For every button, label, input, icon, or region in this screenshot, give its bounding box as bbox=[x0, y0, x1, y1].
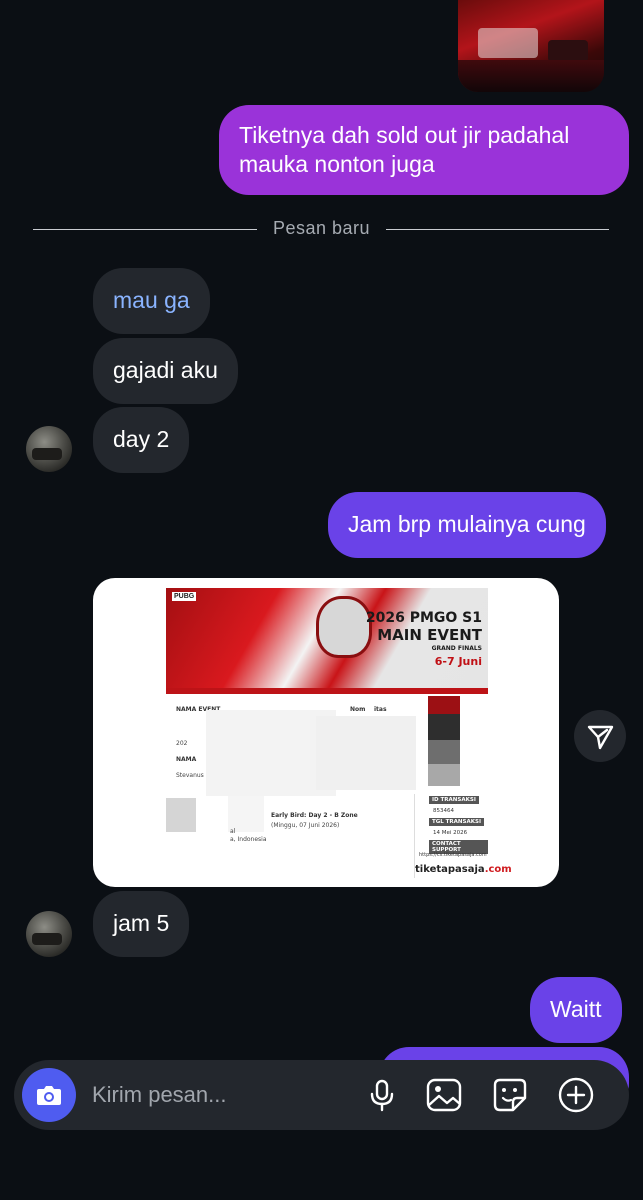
camera-icon bbox=[37, 1086, 61, 1105]
plus-icon[interactable] bbox=[557, 1076, 595, 1114]
message-input[interactable]: Kirim pesan... bbox=[92, 1082, 227, 1108]
avatar-detail bbox=[32, 933, 62, 945]
ticket-type: Early Bird: Day 2 - B Zone bbox=[271, 812, 358, 819]
photo-detail bbox=[458, 60, 604, 92]
event-title-line2: MAIN EVENT bbox=[377, 626, 482, 644]
transaction-id-value: 853464 bbox=[433, 808, 454, 814]
message-composer: Kirim pesan... bbox=[14, 1060, 629, 1130]
helmet-graphic bbox=[316, 596, 372, 658]
event-title: 2026 PMGO S1 MAIN EVENT GRAND FINALS 6-7… bbox=[366, 610, 482, 670]
field-name-label-short: Nom bbox=[350, 706, 366, 713]
avatar-detail bbox=[32, 448, 62, 460]
qr-bar bbox=[428, 696, 460, 714]
transaction-id-label: ID TRANSAKSI bbox=[429, 796, 479, 804]
ticket-location-a: al bbox=[230, 828, 236, 835]
transaction-date-value: 14 Mei 2026 bbox=[433, 830, 468, 836]
contact-avatar[interactable] bbox=[26, 911, 72, 957]
transaction-panel: ID TRANSAKSI 853464 TGL TRANSAKSI 14 Mei… bbox=[414, 794, 512, 878]
redacted-area bbox=[228, 796, 264, 832]
qr-bar bbox=[428, 714, 460, 740]
event-dates: 6-7 Juni bbox=[434, 655, 482, 668]
contact-support-value: https://cs.tiketapasaja.com bbox=[419, 852, 487, 858]
ticket-document: PUBG 2026 PMGO S1 MAIN EVENT GRAND FINAL… bbox=[166, 588, 512, 878]
incoming-message[interactable]: mau ga bbox=[93, 268, 210, 334]
field-nama-label: NAMA bbox=[176, 756, 197, 763]
contact-avatar[interactable] bbox=[26, 426, 72, 472]
field-year-value: 202 bbox=[176, 740, 188, 747]
shared-photo-thumbnail[interactable] bbox=[458, 0, 604, 92]
ticket-image[interactable]: PUBG 2026 PMGO S1 MAIN EVENT GRAND FINAL… bbox=[93, 578, 559, 887]
transaction-date-label: TGL TRANSAKSI bbox=[429, 818, 485, 826]
ticket-location-b: a, Indonesia bbox=[230, 836, 267, 843]
field-name-label-suffix: itas bbox=[374, 706, 387, 713]
outgoing-message[interactable]: Tiketnya dah sold out jir padahal mauka … bbox=[219, 105, 629, 195]
brand-name: tiketapasaja bbox=[415, 864, 485, 875]
microphone-icon[interactable] bbox=[363, 1076, 401, 1114]
qr-bar bbox=[428, 740, 460, 764]
brand-tld: .com bbox=[484, 864, 512, 875]
sticker-icon[interactable] bbox=[491, 1076, 529, 1114]
share-icon bbox=[587, 725, 614, 750]
pubg-logo: PUBG bbox=[172, 592, 197, 601]
incoming-message[interactable]: jam 5 bbox=[93, 891, 190, 957]
gallery-icon[interactable] bbox=[425, 1076, 463, 1114]
outgoing-message[interactable]: Waitt bbox=[530, 977, 622, 1043]
divider-line-right bbox=[386, 229, 609, 230]
qr-bar bbox=[428, 764, 460, 786]
share-button[interactable] bbox=[574, 710, 626, 762]
photo-detail bbox=[478, 28, 538, 58]
ticket-brand: tiketapasaja.com bbox=[415, 864, 512, 875]
ticket-banner: PUBG 2026 PMGO S1 MAIN EVENT GRAND FINAL… bbox=[166, 588, 488, 688]
redacted-area bbox=[316, 716, 416, 790]
ticket-date: (Minggu, 07 Juni 2026) bbox=[271, 822, 340, 829]
photo-detail bbox=[548, 40, 588, 62]
ticket-red-stripe bbox=[166, 688, 488, 694]
event-title-line1: 2026 PMGO S1 bbox=[365, 610, 482, 626]
incoming-message[interactable]: day 2 bbox=[93, 407, 190, 473]
outgoing-message[interactable]: Jam brp mulainya cung bbox=[328, 492, 606, 558]
camera-button[interactable] bbox=[22, 1068, 76, 1122]
redacted-area bbox=[166, 798, 196, 832]
event-title-line3: GRAND FINALS bbox=[431, 645, 482, 652]
incoming-message[interactable]: gajadi aku bbox=[93, 338, 238, 404]
